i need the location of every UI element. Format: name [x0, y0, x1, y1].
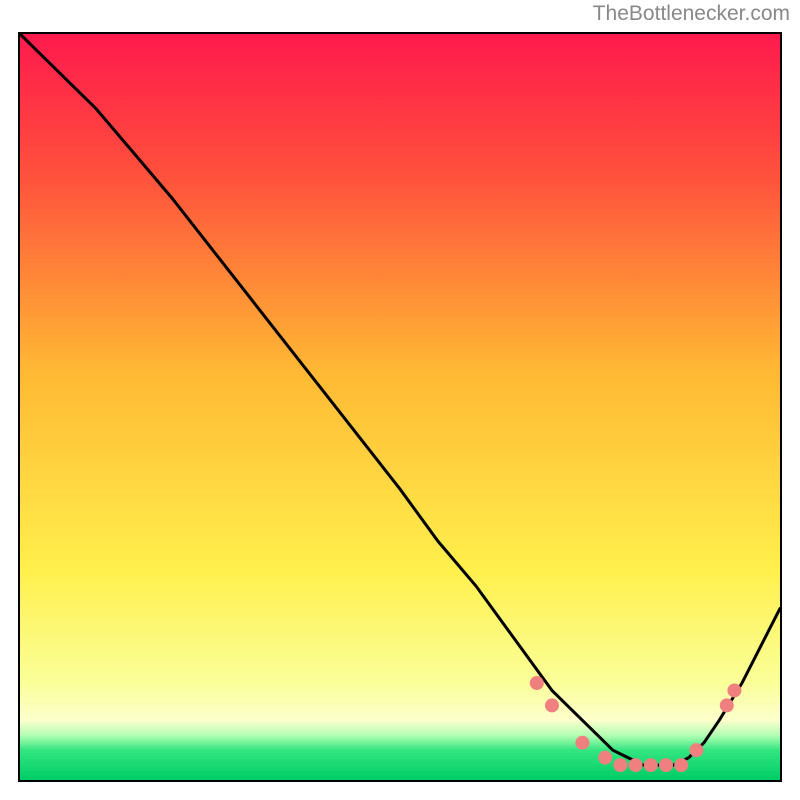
data-marker [530, 676, 544, 690]
chart-container: TheBottleneсker.com [0, 0, 800, 800]
data-marker [575, 736, 589, 750]
data-marker [598, 751, 612, 765]
plot-area [18, 32, 782, 782]
data-marker [613, 758, 627, 772]
data-marker [720, 698, 734, 712]
data-marker [689, 743, 703, 757]
bottleneck-curve [20, 34, 780, 765]
watermark-text: TheBottleneсker.com [593, 2, 790, 26]
data-marker [727, 683, 741, 697]
data-marker [545, 698, 559, 712]
data-marker [674, 758, 688, 772]
data-marker [659, 758, 673, 772]
data-marker [629, 758, 643, 772]
curve-layer [20, 34, 780, 780]
data-marker [644, 758, 658, 772]
